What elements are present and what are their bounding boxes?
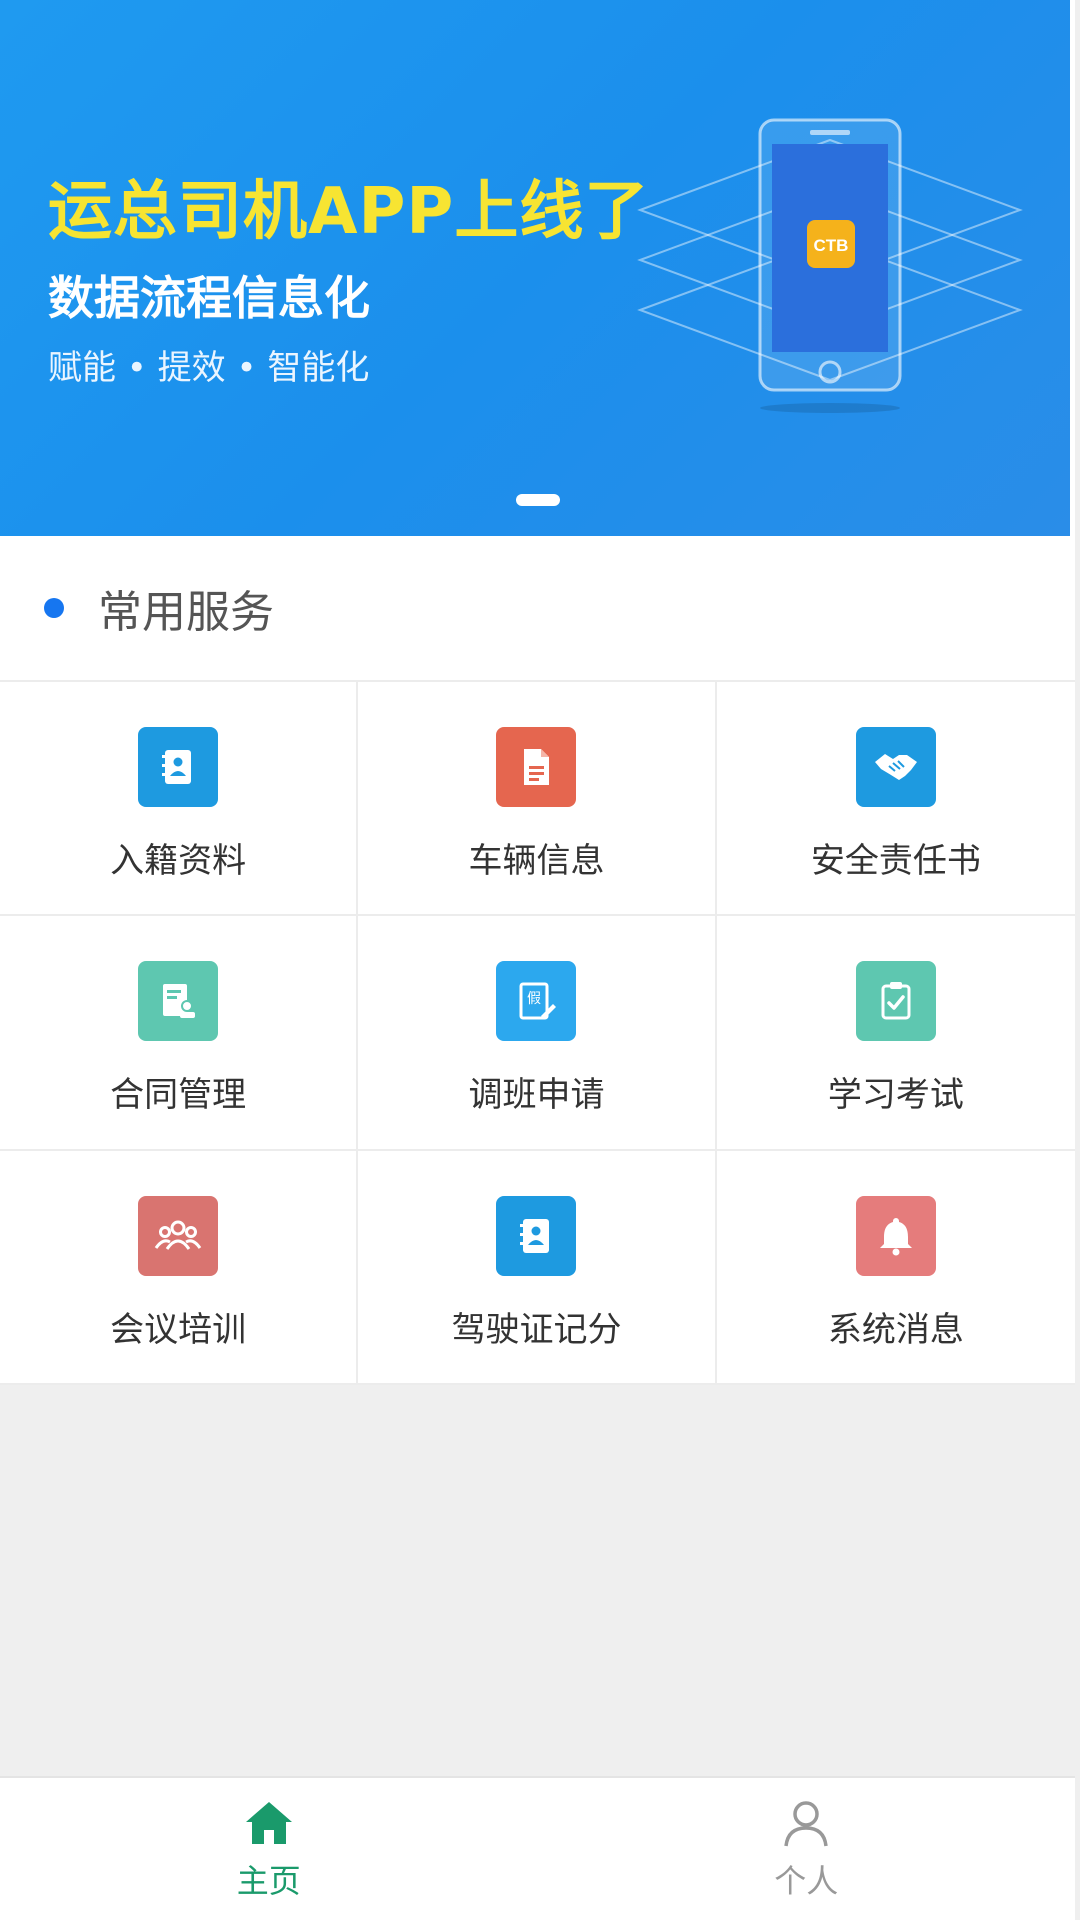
service-label: 安全责任书 (810, 841, 981, 881)
section-bullet-icon (44, 598, 64, 618)
nav-home-label: 主页 (236, 1862, 301, 1900)
service-label: 入籍资料 (110, 841, 247, 881)
service-vehicle-info[interactable]: 车辆信息 (358, 682, 717, 917)
group-icon (138, 1195, 219, 1276)
banner-tagline: 赋能 • 提效 • 智能化 (48, 348, 370, 388)
service-label: 合同管理 (110, 1075, 247, 1116)
service-label: 学习考试 (827, 1075, 964, 1116)
carousel-indicator[interactable] (516, 494, 560, 506)
promo-banner[interactable]: 运总司机APP上线了 数据流程信息化 赋能 • 提效 • 智能化 CTB (0, 0, 1075, 536)
service-safety-agreement[interactable]: 安全责任书 (716, 682, 1075, 917)
service-label: 调班申请 (468, 1075, 605, 1116)
service-enrollment-info[interactable]: 入籍资料 (0, 682, 359, 917)
nav-home[interactable]: 主页 (0, 1778, 538, 1920)
bell-icon (855, 1195, 936, 1276)
home-screen: 运总司机APP上线了 数据流程信息化 赋能 • 提效 • 智能化 CTB 常用服… (0, 0, 1080, 1920)
services-grid: 入籍资料 车辆信息 安全责任书 合同管理 假 调班申请 学习考试 会议培训 驾驶… (0, 680, 1075, 1385)
service-license-points[interactable]: 驾驶证记分 (358, 1150, 717, 1385)
leave-request-icon: 假 (496, 961, 577, 1042)
svg-text:假: 假 (527, 991, 541, 1007)
contract-icon (138, 961, 219, 1042)
service-study-exam[interactable]: 学习考试 (716, 916, 1075, 1151)
section-header: 常用服务 (0, 536, 1075, 680)
clipboard-check-icon (855, 961, 936, 1042)
service-system-messages[interactable]: 系统消息 (716, 1151, 1075, 1385)
bottom-nav: 主页 个人 (0, 1776, 1075, 1920)
service-meeting-training[interactable]: 会议培训 (0, 1150, 359, 1385)
contact-book-icon (138, 727, 219, 807)
nav-profile-label: 个人 (774, 1862, 839, 1900)
phone-illustration: CTB (637, 118, 1023, 413)
service-label: 驾驶证记分 (451, 1309, 622, 1350)
banner-title: 运总司机APP上线了 (48, 175, 650, 249)
service-label: 车辆信息 (468, 841, 605, 881)
license-book-icon (496, 1195, 577, 1276)
ctb-badge-text: CTB (814, 236, 849, 255)
home-icon (245, 1802, 292, 1844)
service-label: 会议培训 (110, 1309, 247, 1350)
service-label: 系统消息 (827, 1309, 964, 1350)
handshake-icon (855, 727, 936, 807)
banner-subtitle: 数据流程信息化 (48, 271, 370, 325)
section-title: 常用服务 (98, 587, 274, 638)
document-icon (496, 727, 577, 807)
service-shift-request[interactable]: 假 调班申请 (358, 916, 717, 1151)
banner-edge (1070, 0, 1075, 536)
user-icon (784, 1801, 828, 1847)
service-contract-management[interactable]: 合同管理 (0, 916, 359, 1151)
nav-profile[interactable]: 个人 (538, 1778, 1076, 1920)
